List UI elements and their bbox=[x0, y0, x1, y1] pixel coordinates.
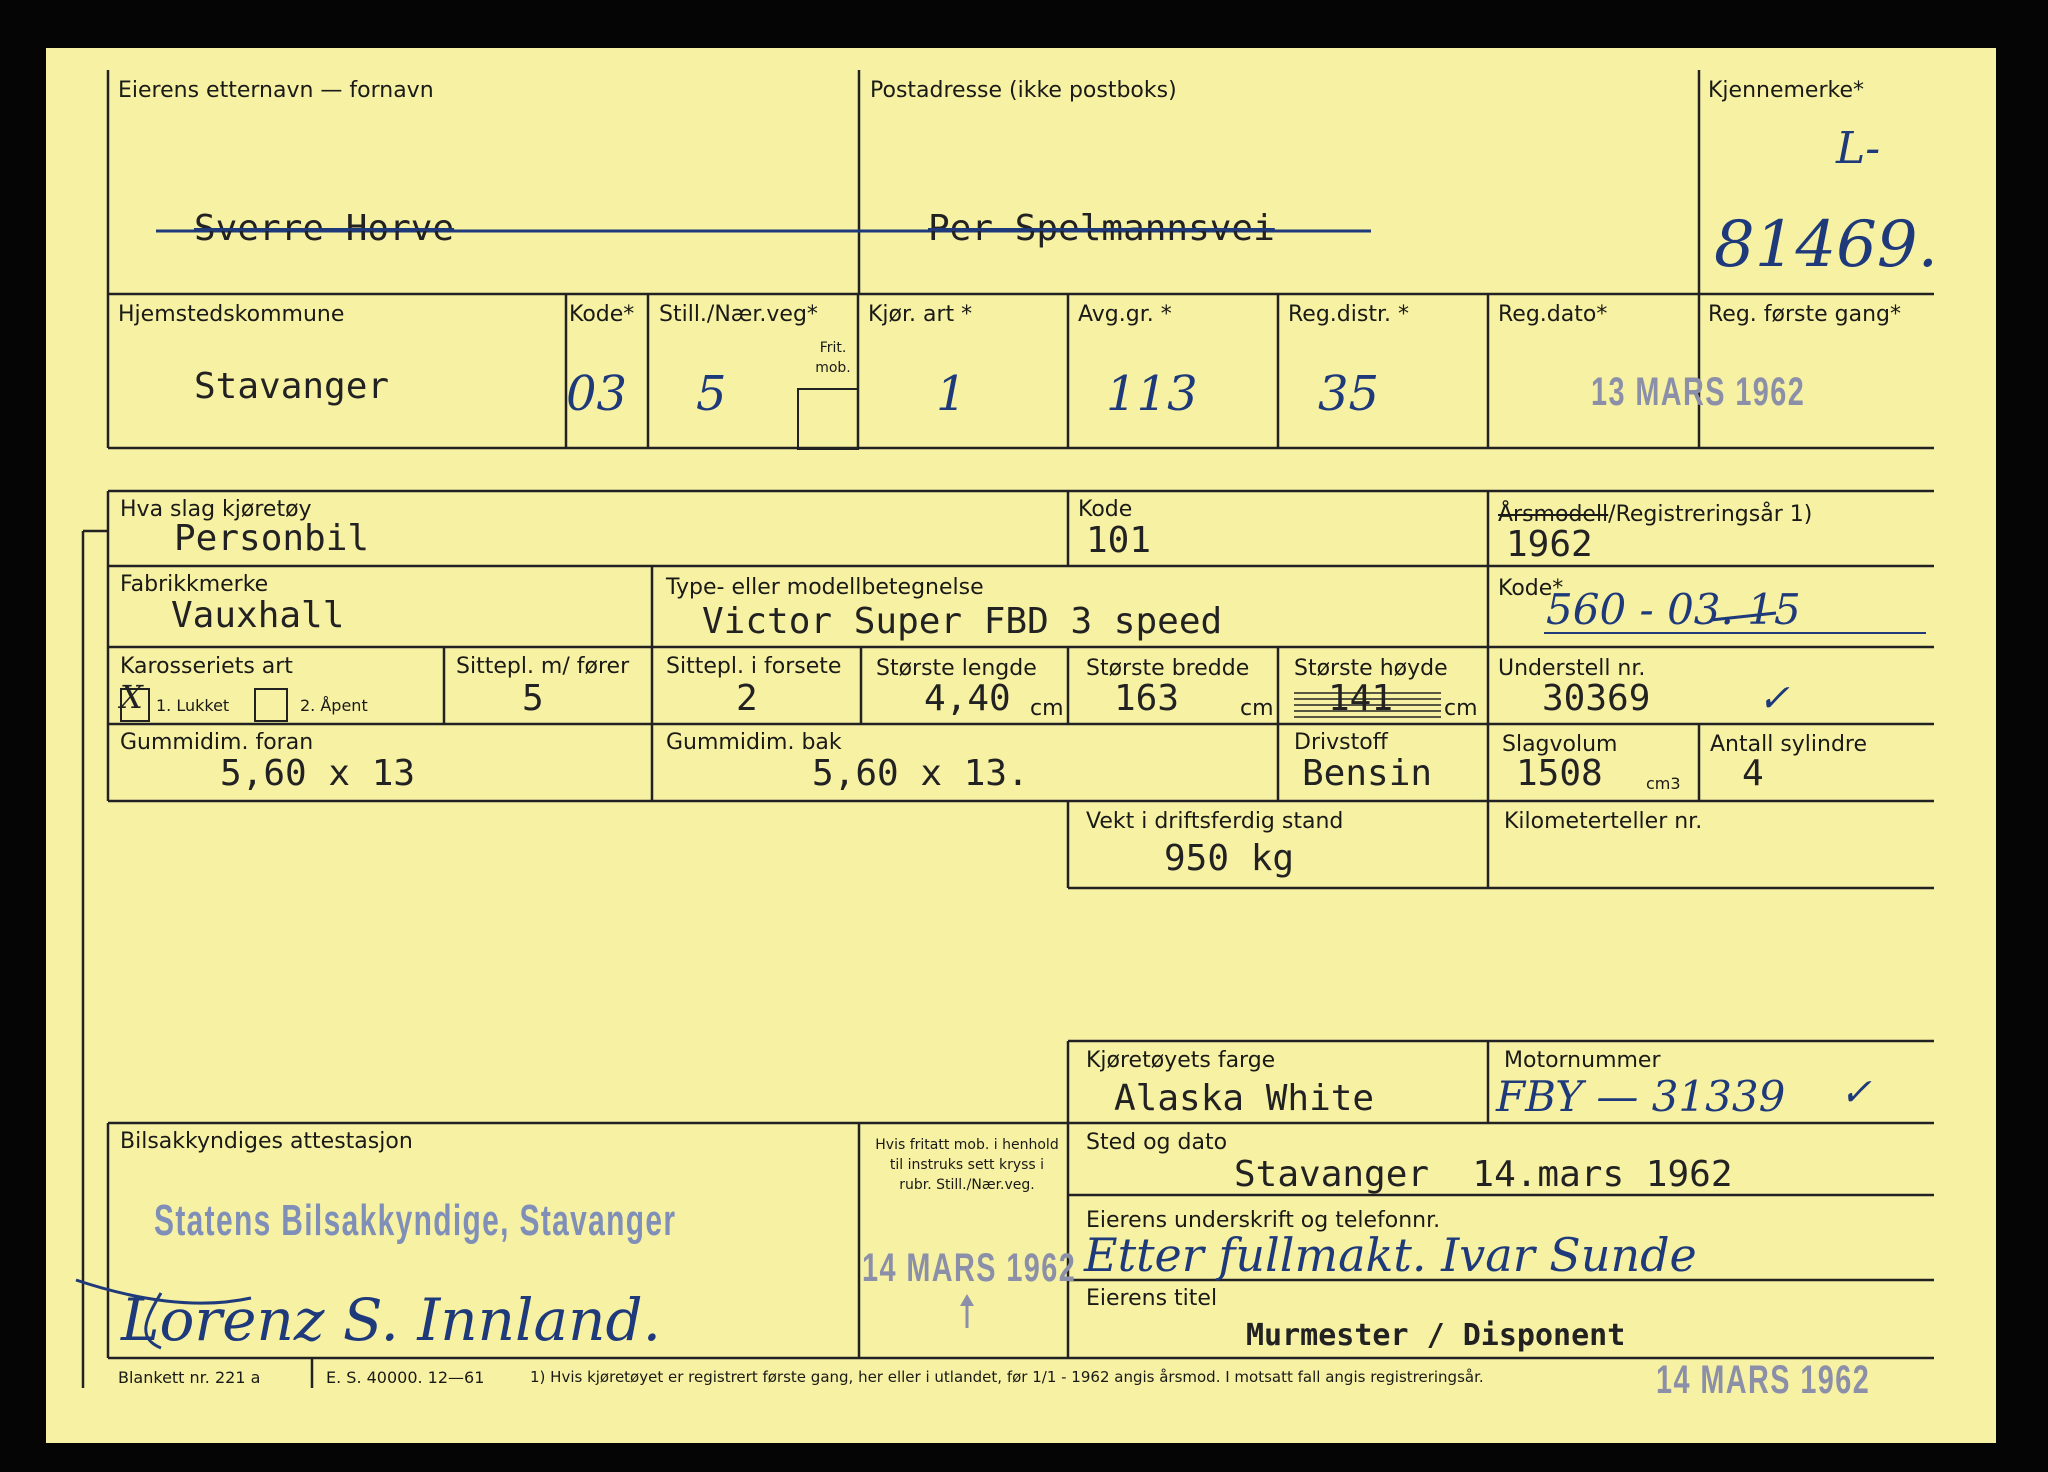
still-label: Still./Nær.veg* bbox=[659, 302, 818, 327]
body-open-checkbox[interactable] bbox=[254, 688, 288, 722]
address-label: Postadresse (ikke postboks) bbox=[870, 78, 1177, 103]
color-label: Kjøretøyets farge bbox=[1086, 1048, 1276, 1073]
regmark-value: 81469. bbox=[1714, 208, 1938, 282]
height-unit: cm bbox=[1444, 696, 1478, 721]
footnote: 1) Hvis kjøretøyet er registrert første … bbox=[530, 1368, 1484, 1386]
avg-gr-label: Avg.gr. * bbox=[1078, 302, 1172, 327]
regmark-prefix: L- bbox=[1836, 123, 1881, 174]
owner-name-value: Sverre Horve bbox=[194, 208, 455, 249]
vehicle-type-value: Personbil bbox=[174, 518, 370, 559]
make-value: Vauxhall bbox=[171, 595, 345, 636]
reg-distr-label: Reg.distr. * bbox=[1288, 302, 1409, 327]
front-seats-value: 2 bbox=[736, 678, 758, 719]
engine-check: ✓ bbox=[1840, 1070, 1872, 1114]
reg-forste-label: Reg. første gang* bbox=[1708, 302, 1902, 327]
title-label: Eierens titel bbox=[1086, 1286, 1218, 1311]
year-value: 1962 bbox=[1506, 524, 1593, 565]
attest-label: Bilsakkyndiges attestasjon bbox=[120, 1129, 413, 1154]
length-unit: cm bbox=[1030, 696, 1064, 721]
engine-value: FBY — 31339 bbox=[1496, 1072, 1786, 1121]
seats-label: Sittepl. m/ fører bbox=[456, 654, 630, 679]
volume-unit: cm3 bbox=[1646, 774, 1681, 793]
frit-mob-checkbox[interactable] bbox=[797, 388, 859, 450]
attest-date-stamp: 14 MARS 1962 bbox=[862, 1246, 1077, 1290]
engine-label: Motornummer bbox=[1504, 1048, 1661, 1073]
vehicle-kode-label: Kode bbox=[1078, 497, 1133, 522]
fuel-label: Drivstoff bbox=[1294, 730, 1388, 755]
weight-label: Vekt i driftsferdig stand bbox=[1086, 809, 1344, 834]
code2-value: 560 - 03. 15 bbox=[1546, 585, 1801, 634]
year-label-rest: /Registreringsår 1) bbox=[1608, 502, 1813, 527]
kommune-value: Stavanger bbox=[194, 366, 390, 407]
kommune-label: Hjemstedskommune bbox=[118, 302, 345, 327]
reg-dato-stamp: 13 MARS 1962 bbox=[1591, 370, 1806, 414]
frit-mob-label: Frit. mob. bbox=[815, 340, 851, 376]
reg-distr-value: 35 bbox=[1318, 366, 1380, 422]
make-label: Fabrikkmerke bbox=[120, 572, 269, 597]
cylinders-value: 4 bbox=[1742, 753, 1764, 794]
odometer-label: Kilometerteller nr. bbox=[1504, 809, 1703, 834]
avg-gr-value: 113 bbox=[1106, 366, 1198, 422]
chassis-value: 30369 bbox=[1542, 678, 1651, 719]
body-closed-mark: X bbox=[120, 678, 143, 716]
code2-value-a: 560 - bbox=[1546, 585, 1668, 634]
place-label: Sted og dato bbox=[1086, 1130, 1228, 1155]
kode-label: Kode* bbox=[569, 302, 635, 327]
address-value: Per Spelmannsvei bbox=[928, 208, 1275, 249]
code2-value-b: 03 bbox=[1667, 585, 1721, 634]
fuel-value: Bensin bbox=[1302, 753, 1433, 794]
model-label: Type- eller modellbetegnelse bbox=[666, 575, 984, 600]
tire-rear-value: 5,60 x 13. bbox=[812, 753, 1029, 794]
volume-value: 1508 bbox=[1516, 753, 1603, 794]
width-value: 163 bbox=[1114, 678, 1180, 719]
body-closed-label: 1. Lukket bbox=[156, 696, 230, 715]
length-value: 4,40 bbox=[924, 678, 1011, 719]
chassis-check: ✓ bbox=[1758, 676, 1790, 720]
vehicle-kode-value: 101 bbox=[1086, 520, 1152, 561]
code2-value-c: . 15 bbox=[1720, 585, 1801, 634]
seats-value: 5 bbox=[522, 678, 544, 719]
inspector-stamp: Statens Bilsakkyndige, Stavanger bbox=[154, 1196, 677, 1245]
tire-front-label: Gummidim. foran bbox=[120, 730, 314, 755]
tire-rear-label: Gummidim. bak bbox=[666, 730, 842, 755]
owner-name-label: Eierens etternavn — fornavn bbox=[118, 78, 434, 103]
footer-date-stamp: 14 MARS 1962 bbox=[1656, 1358, 1871, 1402]
model-value: Victor Super FBD 3 speed bbox=[702, 601, 1223, 642]
place-value: Stavanger 14.mars 1962 bbox=[1234, 1154, 1733, 1195]
kjor-art-value: 1 bbox=[936, 366, 967, 422]
owner-signature: Etter fullmakt. Ivar Sunde bbox=[1084, 1228, 1697, 1282]
mob-note: Hvis fritatt mob. i henhold til instruks… bbox=[875, 1137, 1059, 1193]
front-seats-label: Sittepl. i forsete bbox=[666, 654, 842, 679]
inspector-signature: Lorenz S. Innland. bbox=[121, 1286, 662, 1354]
kode-value: 03 bbox=[566, 366, 628, 422]
body-label: Karosseriets art bbox=[120, 654, 293, 679]
title-value: Murmester / Disponent bbox=[1246, 1318, 1626, 1353]
still-value: 5 bbox=[696, 366, 727, 422]
color-value: Alaska White bbox=[1114, 1078, 1375, 1119]
regmark-label: Kjennemerke* bbox=[1708, 78, 1864, 103]
cylinders-label: Antall sylindre bbox=[1710, 732, 1868, 757]
registration-card: Eierens etternavn — fornavn Sverre Horve… bbox=[46, 48, 1996, 1443]
tire-front-value: 5,60 x 13 bbox=[220, 753, 416, 794]
width-unit: cm bbox=[1240, 696, 1274, 721]
body-open-label: 2. Åpent bbox=[300, 696, 368, 715]
print-run: E. S. 40000. 12—61 bbox=[326, 1368, 485, 1387]
kjor-art-label: Kjør. art * bbox=[868, 302, 973, 327]
weight-value: 950 kg bbox=[1164, 838, 1295, 879]
blankett-number: Blankett nr. 221 a bbox=[118, 1368, 261, 1387]
reg-dato-label: Reg.dato* bbox=[1498, 302, 1608, 327]
height-value: 141 bbox=[1328, 678, 1394, 719]
